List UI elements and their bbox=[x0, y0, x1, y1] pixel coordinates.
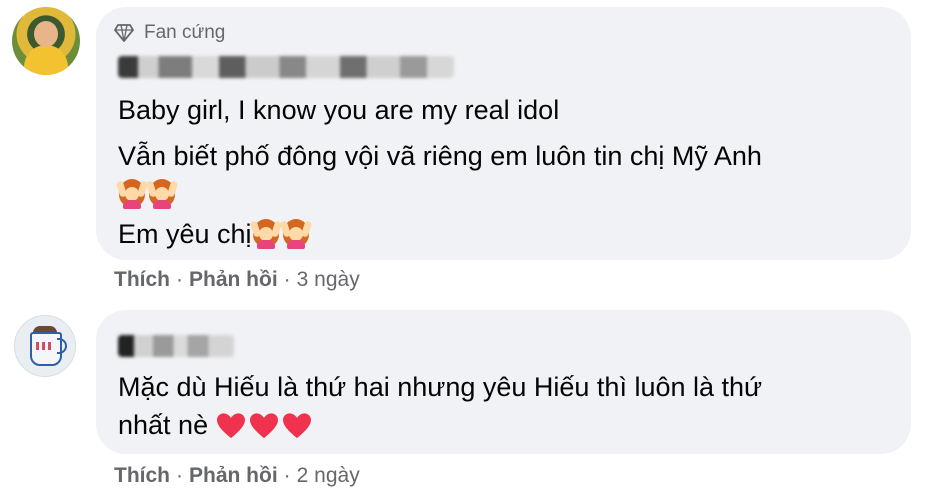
separator: · bbox=[283, 464, 291, 487]
comment-actions: Thích · Phản hồi · 2 ngày bbox=[114, 464, 360, 488]
like-button[interactable]: Thích bbox=[114, 464, 170, 488]
comment: Fan cứng Baby girl, I know you are my re… bbox=[0, 0, 940, 300]
fan-badge[interactable]: Fan cứng bbox=[114, 22, 225, 44]
comment-text-line: Vẫn biết phố đông vội vã riêng em luôn t… bbox=[118, 141, 762, 171]
separator: · bbox=[283, 268, 291, 291]
commenter-name-blurred[interactable] bbox=[118, 56, 454, 78]
diamond-icon bbox=[114, 24, 134, 42]
comment-text-line: Baby girl, I know you are my real idol bbox=[118, 95, 560, 125]
separator: · bbox=[176, 464, 183, 487]
comment: Mặc dù Hiếu là thứ hai nhưng yêu Hiếu th… bbox=[0, 305, 940, 496]
avatar[interactable] bbox=[12, 7, 80, 75]
comment-text: nhất nè bbox=[118, 410, 209, 440]
red-heart-emoji bbox=[216, 413, 245, 439]
reply-button[interactable]: Phản hồi bbox=[189, 268, 278, 292]
comment-text-line: nhất nè bbox=[118, 408, 315, 442]
like-button[interactable]: Thích bbox=[114, 268, 170, 292]
timestamp[interactable]: 2 ngày bbox=[297, 464, 360, 488]
red-heart-emoji bbox=[249, 413, 278, 439]
reply-button[interactable]: Phản hồi bbox=[189, 464, 278, 488]
emoji-line bbox=[115, 177, 179, 211]
comment-bubble: Mặc dù Hiếu là thứ hai nhưng yêu Hiếu th… bbox=[96, 310, 911, 454]
comment-bubble: Fan cứng Baby girl, I know you are my re… bbox=[96, 7, 911, 260]
person-gesturing-ok-emoji bbox=[249, 219, 282, 249]
comment-actions: Thích · Phản hồi · 3 ngày bbox=[114, 268, 360, 292]
timestamp[interactable]: 3 ngày bbox=[297, 268, 360, 292]
comment-text-line: Em yêu chị bbox=[118, 217, 312, 251]
person-gesturing-ok-emoji bbox=[279, 219, 312, 249]
red-heart-emoji bbox=[282, 413, 311, 439]
commenter-name-blurred[interactable] bbox=[118, 335, 234, 357]
person-gesturing-ok-emoji bbox=[145, 179, 179, 209]
person-gesturing-ok-emoji bbox=[115, 179, 149, 209]
comment-text: Em yêu chị bbox=[118, 219, 252, 249]
badge-label: Fan cứng bbox=[144, 22, 226, 43]
separator: · bbox=[176, 268, 183, 291]
avatar[interactable] bbox=[14, 315, 76, 377]
comment-text-line: Mặc dù Hiếu là thứ hai nhưng yêu Hiếu th… bbox=[118, 372, 763, 402]
